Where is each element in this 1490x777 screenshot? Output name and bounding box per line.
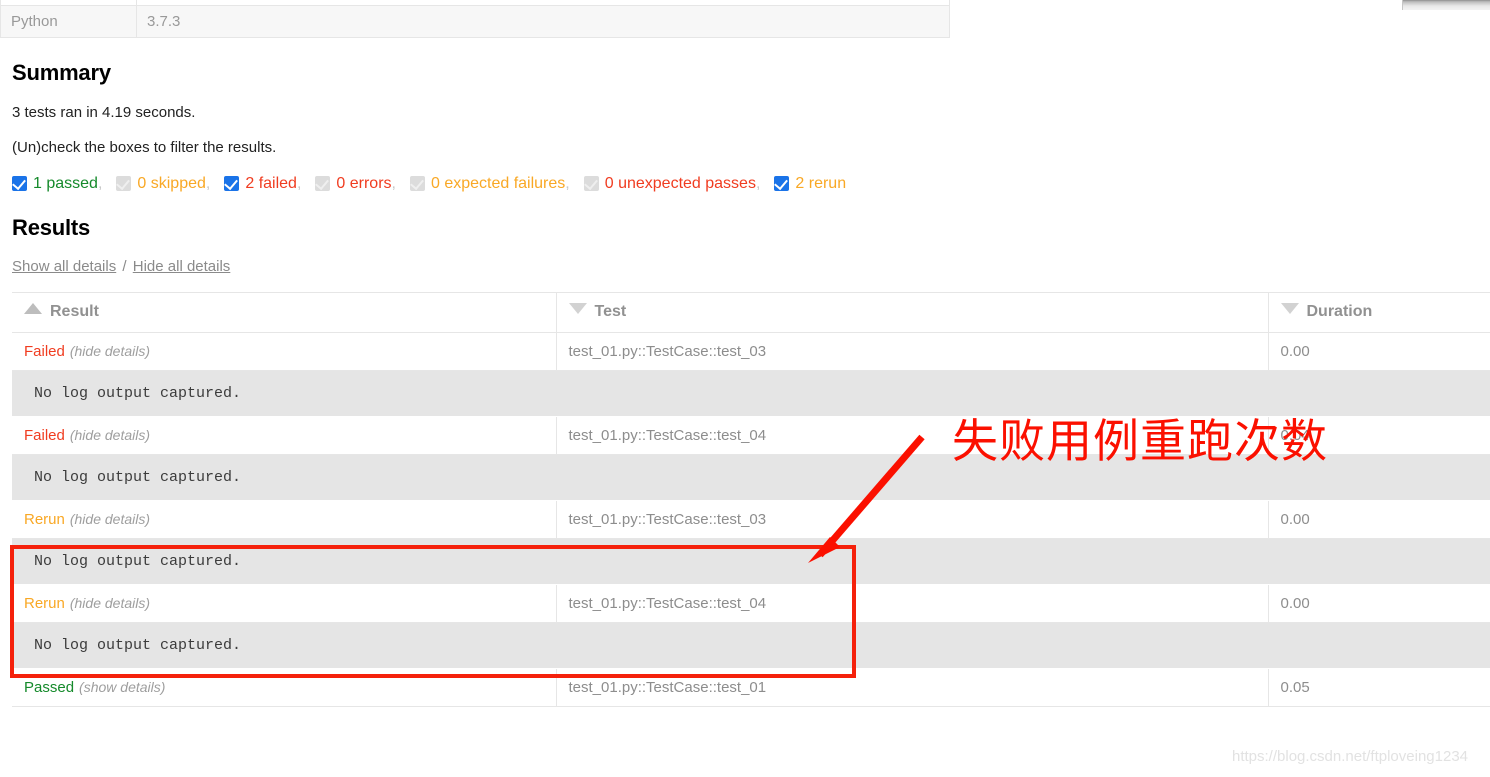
log-output-row: No log output captured. bbox=[12, 454, 1490, 501]
status-badge: Rerun bbox=[24, 594, 65, 612]
duration-cell: 0.05 bbox=[1267, 668, 1490, 707]
test-name-cell: test_01.py::TestCase::test_03 bbox=[555, 332, 1268, 371]
checkbox-passed[interactable] bbox=[12, 176, 27, 191]
results-table-body: Failed (hide details) test_01.py::TestCas… bbox=[12, 332, 1490, 707]
table-row[interactable]: Failed (hide details) test_01.py::TestCas… bbox=[12, 416, 1490, 455]
table-row[interactable]: Failed (hide details) test_01.py::TestCas… bbox=[12, 332, 1490, 371]
toggle-details-link[interactable]: (hide details) bbox=[70, 511, 150, 527]
watermark-text: https://blog.csdn.net/ftploveing1234 bbox=[1232, 748, 1469, 765]
log-output-text: No log output captured. bbox=[12, 454, 1490, 501]
summary-heading: Summary bbox=[12, 59, 111, 85]
triangle-up-icon bbox=[24, 303, 42, 314]
filter-failed[interactable]: 2 failed, bbox=[224, 175, 301, 193]
filter-label-expected-failures: 0 expected failures, bbox=[430, 174, 570, 192]
status-badge: Passed bbox=[24, 678, 75, 696]
filter-skipped[interactable]: 0 skipped, bbox=[116, 175, 210, 193]
log-output-text: No log output captured. bbox=[12, 622, 1490, 669]
results-table: Result Test Duration Failed (hide details… bbox=[12, 291, 1490, 707]
log-output-text: No log output captured. bbox=[12, 538, 1490, 585]
log-output-row: No log output captured. bbox=[12, 370, 1490, 417]
toggle-details-link[interactable]: (show details) bbox=[79, 679, 165, 695]
environment-row-python: Python 3.7.3 bbox=[0, 4, 950, 38]
log-output-row: No log output captured. bbox=[12, 622, 1490, 669]
test-name-cell: test_01.py::TestCase::test_04 bbox=[555, 416, 1268, 455]
duration-cell: 0.00 bbox=[1267, 332, 1490, 371]
triangle-down-icon bbox=[1280, 303, 1299, 314]
duration-cell: 0.00 bbox=[1267, 500, 1490, 539]
log-output-text: No log output captured. bbox=[12, 370, 1490, 417]
filter-hint-line: (Un)check the boxes to filter the result… bbox=[12, 138, 277, 156]
result-cell: Rerun (hide details) bbox=[12, 584, 556, 623]
checkbox-rerun[interactable] bbox=[774, 176, 790, 191]
column-header-duration-label: Duration bbox=[1306, 303, 1373, 320]
column-header-test-label: Test bbox=[594, 303, 627, 320]
result-cell: Failed (hide details) bbox=[12, 332, 556, 371]
tests-ran-line: 3 tests ran in 4.19 seconds. bbox=[12, 103, 196, 121]
results-table-head: Result Test Duration bbox=[12, 291, 1490, 333]
environment-value-python: 3.7.3 bbox=[136, 4, 950, 38]
result-cell: Rerun (hide details) bbox=[12, 500, 556, 539]
test-name-cell: test_01.py::TestCase::test_03 bbox=[555, 500, 1268, 539]
column-header-duration[interactable]: Duration bbox=[1267, 291, 1490, 333]
status-badge: Rerun bbox=[24, 510, 65, 528]
duration-cell: 0.04 bbox=[1267, 416, 1490, 455]
duration-cell: 0.00 bbox=[1267, 584, 1490, 623]
filter-label-passed: 1 passed, bbox=[33, 174, 103, 192]
test-name-cell: test_01.py::TestCase::test_04 bbox=[555, 584, 1268, 623]
checkbox-unexpected-passes[interactable] bbox=[583, 176, 599, 191]
results-header-row: Result Test Duration bbox=[12, 291, 1490, 333]
checkbox-failed[interactable] bbox=[224, 176, 240, 191]
filter-label-failed: 2 failed, bbox=[245, 174, 302, 192]
table-row[interactable]: Passed (show details) test_01.py::TestCas… bbox=[12, 668, 1490, 707]
result-cell: Passed (show details) bbox=[12, 668, 556, 707]
detail-toggle-links: Show all details / Hide all details bbox=[12, 258, 1490, 275]
toggle-details-link[interactable]: (hide details) bbox=[70, 427, 150, 443]
table-row[interactable]: Rerun (hide details) test_01.py::TestCase… bbox=[12, 500, 1490, 539]
filter-expected-failures[interactable]: 0 expected failures, bbox=[409, 174, 570, 193]
filter-rerun[interactable]: 2 rerun bbox=[774, 175, 846, 193]
environment-key-python: Python bbox=[0, 4, 137, 38]
filter-label-unexpected-passes: 0 unexpected passes, bbox=[604, 174, 761, 192]
column-header-test[interactable]: Test bbox=[555, 291, 1268, 333]
triangle-down-icon bbox=[568, 303, 587, 314]
column-header-result-label: Result bbox=[50, 303, 99, 320]
filter-label-skipped: 0 skipped, bbox=[137, 174, 211, 192]
filter-label-rerun: 2 rerun bbox=[795, 174, 847, 192]
log-output-row: No log output captured. bbox=[12, 538, 1490, 585]
status-badge: Failed bbox=[24, 426, 65, 444]
hide-all-details-link[interactable]: Hide all details bbox=[133, 258, 231, 275]
filter-unexpected-passes[interactable]: 0 unexpected passes, bbox=[583, 174, 761, 193]
environment-table: Python 3.7.3 bbox=[0, 0, 950, 38]
checkbox-expected-failures[interactable] bbox=[409, 176, 425, 191]
checkbox-errors[interactable] bbox=[315, 176, 331, 191]
results-table-wrapper: Result Test Duration Failed (hide details… bbox=[12, 291, 1490, 707]
show-all-details-link[interactable]: Show all details bbox=[12, 258, 116, 275]
filter-passed[interactable]: 1 passed, bbox=[12, 175, 102, 193]
filter-errors[interactable]: 0 errors, bbox=[315, 175, 396, 193]
toggle-details-link[interactable]: (hide details) bbox=[70, 595, 150, 611]
column-header-result[interactable]: Result bbox=[12, 291, 556, 333]
filter-label-errors: 0 errors, bbox=[336, 174, 396, 192]
links-separator: / bbox=[122, 257, 127, 275]
table-row[interactable]: Rerun (hide details) test_01.py::TestCase… bbox=[12, 584, 1490, 623]
checkbox-skipped[interactable] bbox=[116, 176, 132, 191]
status-badge: Failed bbox=[24, 342, 65, 360]
result-cell: Failed (hide details) bbox=[12, 416, 556, 455]
results-heading: Results bbox=[12, 214, 91, 240]
top-right-partial-element bbox=[1402, 0, 1490, 10]
result-filter-group: 1 passed, 0 skipped, 2 failed, 0 errors,… bbox=[12, 175, 1490, 193]
toggle-details-link[interactable]: (hide details) bbox=[70, 343, 150, 359]
test-name-cell: test_01.py::TestCase::test_01 bbox=[555, 668, 1268, 707]
